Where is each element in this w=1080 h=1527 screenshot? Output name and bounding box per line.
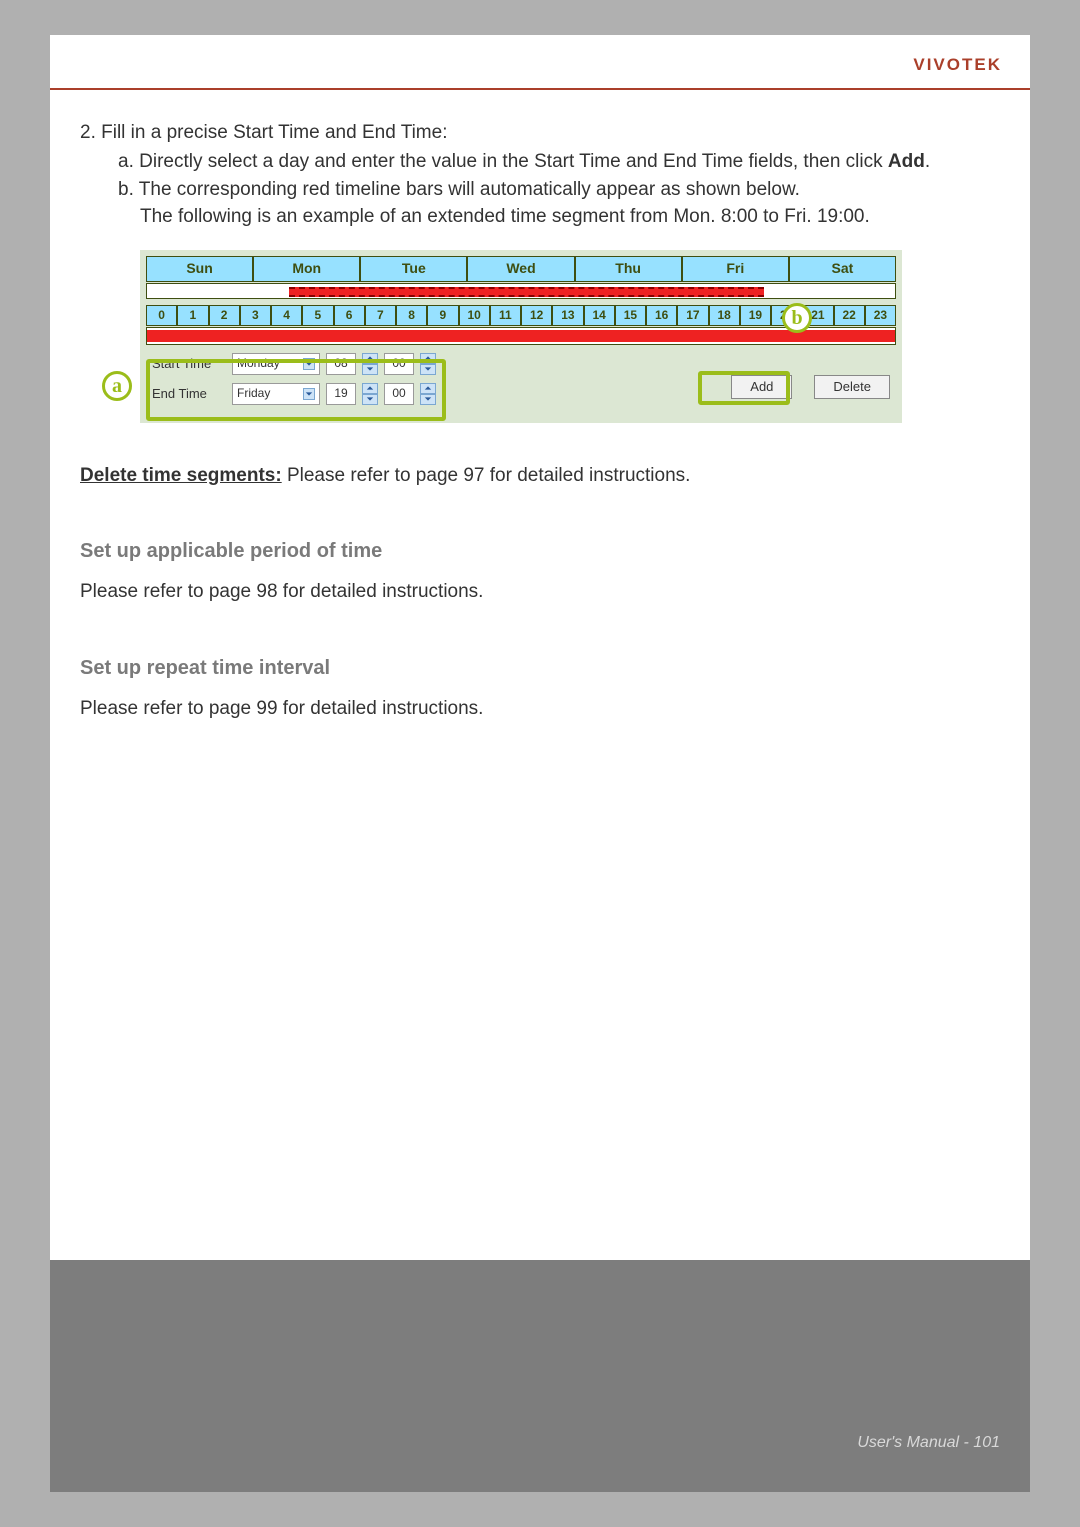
start-time-row: Start Time Monday 08 00 [146, 353, 896, 375]
hour-18[interactable]: 18 [709, 305, 740, 326]
delete-segments-heading: Delete time segments: [80, 465, 282, 486]
step-2a-bold: Add [888, 151, 925, 172]
day-tue[interactable]: Tue [360, 256, 467, 282]
spinner-down-icon[interactable] [362, 364, 378, 375]
step-2a-prefix: a. Directly select a day and enter the v… [118, 151, 888, 172]
button-row: Add Delete [731, 375, 890, 399]
dropdown-icon [303, 358, 315, 370]
end-hour-input[interactable]: 19 [326, 383, 356, 405]
end-min-input[interactable]: 00 [384, 383, 414, 405]
hour-5[interactable]: 5 [302, 305, 333, 326]
hour-16[interactable]: 16 [646, 305, 677, 326]
hour-12[interactable]: 12 [521, 305, 552, 326]
spinner-up-icon[interactable] [362, 353, 378, 364]
end-min-spinner[interactable] [420, 383, 436, 405]
content: 2. Fill in a precise Start Time and End … [50, 90, 1030, 723]
section-applicable-body: Please refer to page 98 for detailed ins… [80, 579, 1000, 606]
week-red-segment[interactable] [289, 287, 764, 297]
start-day-value: Monday [237, 355, 280, 372]
delete-segments-text: Please refer to page 97 for detailed ins… [282, 465, 691, 486]
hour-1[interactable]: 1 [177, 305, 208, 326]
callout-a-badge: a [102, 371, 132, 401]
hour-8[interactable]: 8 [396, 305, 427, 326]
hour-0[interactable]: 0 [146, 305, 177, 326]
hour-2[interactable]: 2 [209, 305, 240, 326]
step-2a: a. Directly select a day and enter the v… [80, 149, 1000, 176]
end-day-select[interactable]: Friday [232, 383, 320, 405]
spinner-down-icon[interactable] [420, 364, 436, 375]
brand: VIVOTEK [913, 55, 1002, 75]
section-applicable-heading: Set up applicable period of time [80, 537, 1000, 565]
section-repeat-heading: Set up repeat time interval [80, 654, 1000, 682]
step-2-intro: 2. Fill in a precise Start Time and End … [80, 120, 1000, 147]
start-day-select[interactable]: Monday [232, 353, 320, 375]
hour-13[interactable]: 13 [552, 305, 583, 326]
hour-15[interactable]: 15 [615, 305, 646, 326]
page-header: VIVOTEK [50, 35, 1030, 90]
page: VIVOTEK 2. Fill in a precise Start Time … [50, 35, 1030, 1492]
page-footer: User's Manual - 101 [50, 1260, 1030, 1492]
spinner-down-icon[interactable] [420, 394, 436, 405]
callout-b-badge: b [782, 303, 812, 333]
start-min-input[interactable]: 00 [384, 353, 414, 375]
day-sun[interactable]: Sun [146, 256, 253, 282]
spinner-up-icon[interactable] [420, 383, 436, 394]
day-fri[interactable]: Fri [682, 256, 789, 282]
time-controls: a b Start Time Monday 08 00 [146, 353, 896, 405]
hour-3[interactable]: 3 [240, 305, 271, 326]
end-time-label: End Time [152, 385, 226, 403]
hour-23[interactable]: 23 [865, 305, 896, 326]
delete-segments-line: Delete time segments: Please refer to pa… [80, 463, 1000, 490]
add-button[interactable]: Add [731, 375, 792, 399]
day-timeline[interactable] [146, 327, 896, 345]
start-min-spinner[interactable] [420, 353, 436, 375]
hour-11[interactable]: 11 [490, 305, 521, 326]
dropdown-icon [303, 388, 315, 400]
step-2b: b. The corresponding red timeline bars w… [80, 177, 1000, 230]
day-header-row: Sun Mon Tue Wed Thu Fri Sat [146, 256, 896, 282]
footer-label: User's Manual - [857, 1434, 973, 1451]
end-hour-spinner[interactable] [362, 383, 378, 405]
spinner-up-icon[interactable] [362, 383, 378, 394]
spinner-down-icon[interactable] [362, 394, 378, 405]
step-2b-line1: b. The corresponding red timeline bars w… [118, 179, 800, 200]
footer-text: User's Manual - 101 [857, 1434, 1000, 1452]
step-2a-suffix: . [925, 151, 930, 172]
day-red-segment[interactable] [147, 330, 895, 342]
spinner-up-icon[interactable] [420, 353, 436, 364]
day-sat[interactable]: Sat [789, 256, 896, 282]
day-mon[interactable]: Mon [253, 256, 360, 282]
delete-button[interactable]: Delete [814, 375, 890, 399]
hour-19[interactable]: 19 [740, 305, 771, 326]
day-thu[interactable]: Thu [575, 256, 682, 282]
footer-page-number: 101 [973, 1434, 1000, 1451]
hour-4[interactable]: 4 [271, 305, 302, 326]
hour-14[interactable]: 14 [584, 305, 615, 326]
step-2b-line2: The following is an example of an extend… [118, 204, 1000, 231]
hour-9[interactable]: 9 [427, 305, 458, 326]
section-repeat-body: Please refer to page 99 for detailed ins… [80, 696, 1000, 723]
hour-17[interactable]: 17 [677, 305, 708, 326]
timeline-figure: Sun Mon Tue Wed Thu Fri Sat 0 1 2 3 4 5 … [140, 250, 902, 422]
start-hour-spinner[interactable] [362, 353, 378, 375]
hour-22[interactable]: 22 [834, 305, 865, 326]
end-day-value: Friday [237, 385, 270, 402]
week-timeline[interactable] [146, 283, 896, 299]
start-time-label: Start Time [152, 355, 226, 373]
hour-6[interactable]: 6 [334, 305, 365, 326]
hour-7[interactable]: 7 [365, 305, 396, 326]
start-hour-input[interactable]: 08 [326, 353, 356, 375]
hour-10[interactable]: 10 [459, 305, 490, 326]
day-wed[interactable]: Wed [467, 256, 574, 282]
